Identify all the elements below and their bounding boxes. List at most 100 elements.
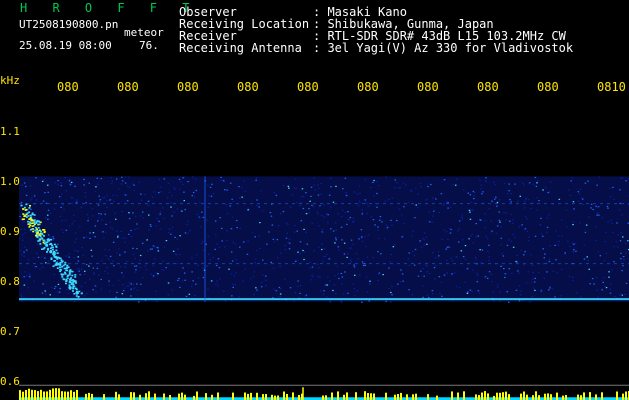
noise-speck: [352, 283, 355, 285]
noise-speck: [572, 201, 575, 203]
noise-speck: [422, 296, 424, 298]
noise-speck: [522, 184, 525, 186]
noise-speck: [455, 184, 457, 186]
noise-speck: [608, 271, 610, 273]
noise-speck: [546, 231, 548, 233]
noise-speck: [104, 270, 106, 272]
noise-speck: [530, 254, 532, 256]
noise-speck: [50, 286, 53, 289]
noise-speck: [100, 278, 102, 280]
noise-speck: [494, 184, 497, 186]
noise-speck: [469, 289, 472, 291]
noise-speck: [496, 201, 499, 204]
noise-speck: [132, 212, 134, 214]
noise-speck: [469, 194, 472, 196]
meteor-echo: [42, 229, 45, 231]
noise-speck: [130, 288, 132, 290]
noise-speck: [66, 289, 68, 291]
noise-speck: [216, 243, 218, 245]
noise-speck: [344, 177, 347, 179]
noise-speck: [54, 182, 57, 184]
noise-speck: [377, 226, 379, 228]
noise-speck: [152, 245, 155, 247]
noise-speck: [353, 191, 356, 193]
noise-speck: [402, 280, 404, 282]
noise-speck: [625, 282, 628, 284]
noise-speck: [326, 284, 329, 286]
signal-meter-bar: [64, 391, 66, 400]
noise-speck: [145, 268, 148, 270]
noise-speck: [132, 183, 134, 185]
noise-speck: [120, 266, 122, 268]
noise-speck: [495, 196, 497, 198]
meteor-echo: [28, 207, 31, 209]
noise-band: [19, 176, 629, 302]
noise-speck: [443, 203, 445, 205]
noise-speck: [159, 186, 162, 188]
noise-speck: [512, 246, 515, 248]
noise-speck: [100, 213, 102, 215]
noise-speck: [508, 190, 510, 192]
noise-speck: [619, 209, 621, 211]
noise-speck: [163, 217, 166, 220]
noise-speck: [60, 206, 62, 208]
noise-speck: [86, 214, 89, 216]
noise-speck: [33, 195, 36, 197]
noise-speck: [475, 258, 477, 260]
noise-speck: [486, 277, 489, 279]
noise-speck: [428, 296, 430, 299]
noise-speck: [108, 249, 110, 251]
signal-meter-bar: [331, 392, 333, 400]
noise-speck: [575, 250, 577, 252]
noise-speck: [377, 229, 379, 231]
noise-speck: [577, 200, 580, 202]
noise-speck: [275, 290, 278, 292]
noise-speck: [579, 188, 582, 190]
meteor-echo: [69, 270, 72, 272]
noise-speck: [200, 226, 202, 228]
signal-meter-bar: [61, 391, 63, 400]
noise-speck: [407, 258, 410, 260]
noise-speck: [85, 263, 88, 266]
noise-speck: [461, 214, 464, 216]
noise-speck: [136, 283, 138, 285]
noise-speck: [361, 261, 364, 263]
noise-speck: [43, 178, 45, 181]
noise-speck: [572, 224, 574, 226]
noise-speck: [19, 215, 21, 218]
noise-speck: [322, 260, 324, 262]
noise-speck: [366, 203, 368, 205]
noise-speck: [130, 295, 132, 297]
noise-speck: [134, 265, 136, 267]
noise-speck: [527, 240, 530, 242]
noise-speck: [620, 232, 622, 234]
x-tick-label: 080: [237, 80, 259, 94]
noise-speck: [163, 269, 165, 271]
noise-speck: [122, 180, 124, 182]
noise-speck: [364, 178, 367, 181]
noise-speck: [195, 178, 197, 180]
meteor-echo: [28, 226, 31, 228]
noise-speck: [464, 281, 466, 283]
noise-speck: [325, 284, 327, 286]
noise-speck: [116, 252, 118, 254]
signal-meter-bar: [412, 394, 414, 400]
noise-speck: [458, 220, 461, 222]
noise-speck: [610, 219, 612, 221]
noise-speck: [242, 280, 244, 282]
noise-speck: [623, 259, 625, 261]
noise-speck: [414, 187, 417, 189]
noise-speck: [44, 290, 46, 292]
noise-speck: [450, 228, 452, 231]
noise-speck: [296, 230, 298, 232]
meteor-echo: [29, 222, 32, 225]
noise-speck: [422, 268, 424, 270]
meteor-echo: [61, 276, 64, 278]
noise-speck: [475, 223, 477, 225]
noise-speck: [544, 253, 546, 255]
noise-speck: [92, 267, 95, 269]
noise-speck: [122, 284, 124, 286]
noise-speck: [231, 295, 233, 297]
meteor-echo: [36, 231, 39, 234]
noise-speck: [180, 181, 182, 183]
